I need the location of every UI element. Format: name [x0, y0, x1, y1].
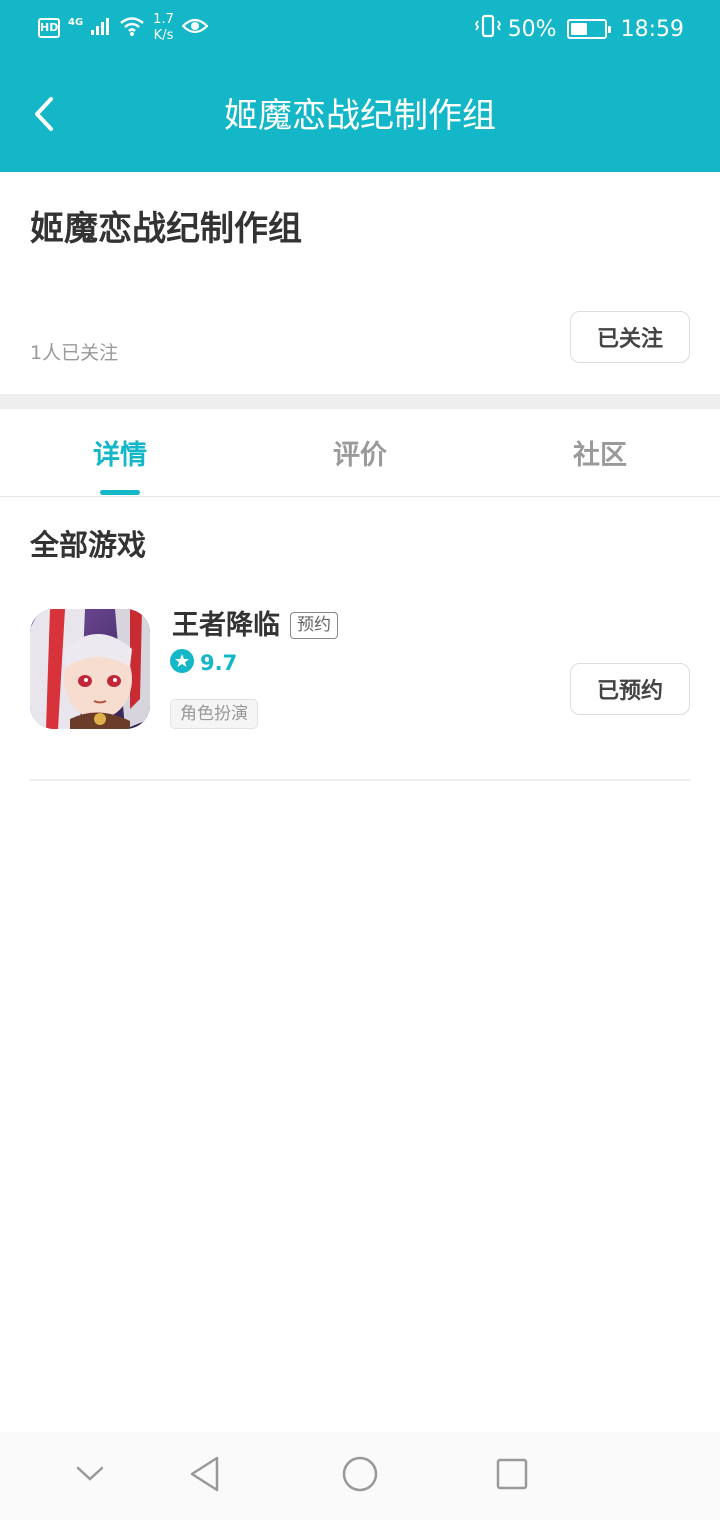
section-separator [0, 394, 720, 409]
battery-percent: 50% [507, 16, 557, 42]
nav-collapse-button[interactable] [68, 1454, 112, 1498]
game-name: 王者降临 [172, 610, 280, 641]
recents-square-icon [495, 1457, 529, 1495]
home-circle-icon [341, 1455, 379, 1497]
reserved-button[interactable]: 已预约 [570, 663, 690, 715]
studio-name: 姬魔恋战纪制作组 [30, 209, 302, 249]
chevron-down-icon [75, 1464, 105, 1488]
page-title: 姬魔恋战纪制作组 [224, 96, 496, 136]
tab-label: 社区 [573, 439, 627, 471]
network-type-label: 4G [68, 16, 84, 28]
wifi-icon [119, 15, 145, 41]
list-divider [30, 779, 690, 781]
tab-community[interactable]: 社区 [480, 409, 720, 495]
hd-badge: HD [38, 18, 60, 38]
eye-icon [181, 16, 209, 40]
all-games-title: 全部游戏 [30, 528, 147, 562]
game-list-item[interactable]: 王者降临 预约 9.7 角色扮演 已预约 [30, 609, 690, 729]
battery-icon [566, 19, 611, 39]
vibrate-icon [474, 14, 502, 44]
follow-button[interactable]: 已关注 [570, 311, 690, 363]
studio-header: 姬魔恋战纪制作组 1人已关注 已关注 [0, 172, 720, 394]
app-bar: 姬魔恋战纪制作组 [0, 62, 720, 172]
tab-active-indicator [100, 490, 140, 495]
back-triangle-icon [188, 1455, 222, 1497]
star-icon [170, 649, 194, 677]
status-bar: HD 4G 1.7 K/s 50% 18:59 [0, 0, 720, 62]
battery-level [570, 23, 587, 35]
nav-recents-button[interactable] [490, 1454, 534, 1498]
nav-home-button[interactable] [338, 1454, 382, 1498]
system-nav-bar [0, 1432, 720, 1520]
network-speed-value: 1.7 [153, 12, 174, 27]
network-speed: 1.7 K/s [153, 12, 174, 44]
status-right: 50% 18:59 [474, 14, 684, 44]
nav-back-button[interactable] [183, 1454, 227, 1498]
clock: 18:59 [620, 16, 684, 42]
rating-value: 9.7 [200, 651, 238, 675]
network-speed-unit: K/s [153, 28, 174, 43]
game-icon[interactable] [30, 609, 150, 729]
status-left: HD 4G 1.7 K/s [38, 12, 209, 44]
follower-count: 1人已关注 [30, 342, 119, 364]
tab-details[interactable]: 详情 [0, 409, 240, 495]
signal-strength-icon [91, 16, 111, 40]
tab-bar: 详情 评价 社区 [0, 409, 720, 497]
genre-tag[interactable]: 角色扮演 [170, 699, 258, 729]
status-badge: 预约 [290, 612, 338, 639]
game-rating: 9.7 [170, 649, 237, 677]
tab-reviews[interactable]: 评价 [240, 409, 480, 495]
tab-label: 详情 [93, 439, 147, 471]
tab-label: 评价 [333, 439, 387, 471]
